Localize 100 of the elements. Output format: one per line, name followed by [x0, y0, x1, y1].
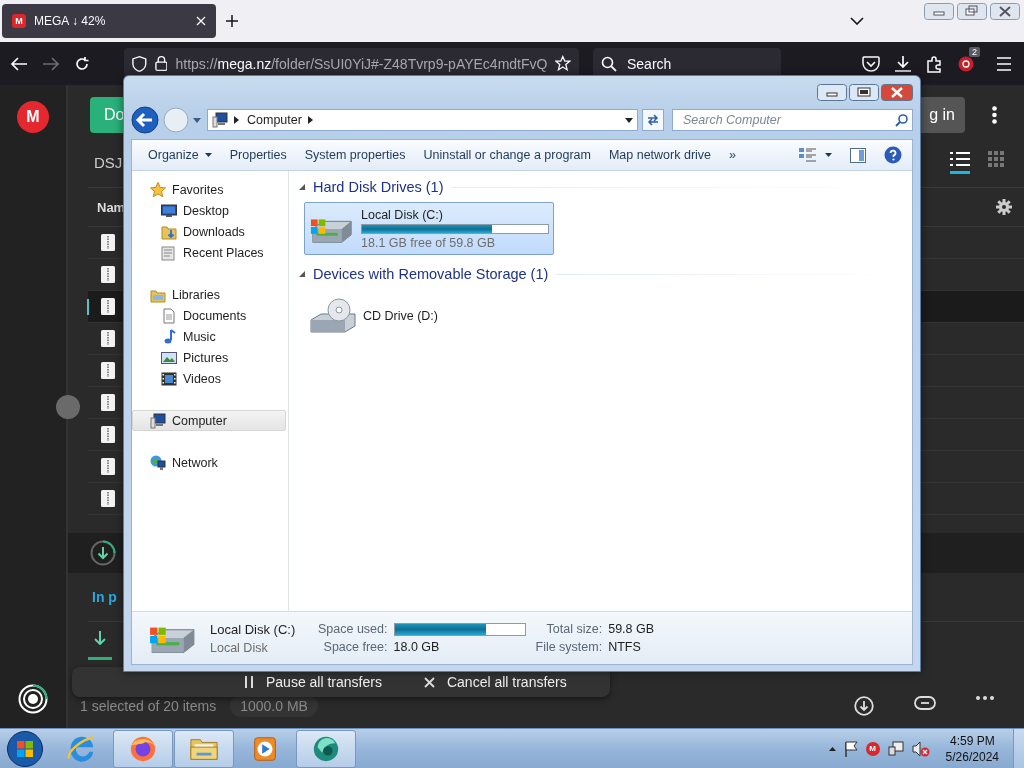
preview-pane-icon[interactable]	[850, 147, 866, 163]
collapse-arrow-icon[interactable]	[299, 184, 305, 190]
chevron-right-icon[interactable]	[307, 116, 313, 124]
nav-item[interactable]: Downloads	[132, 221, 286, 242]
group-header[interactable]: Hard Disk Drives (1)	[313, 179, 444, 195]
drive-type: Local Disk	[210, 640, 269, 655]
url-text: https://mega.nz/folder/SsUI0YiJ#-Z48Tvrp9-pAYEc4mdtFvQ	[175, 55, 548, 72]
kebab-menu-icon[interactable]	[992, 106, 997, 124]
group-header[interactable]: Devices with Removable Storage (1)	[313, 266, 549, 282]
lock-icon[interactable]	[154, 55, 168, 72]
nav-item[interactable]: Documents	[132, 305, 286, 326]
dropdown-arrow-icon[interactable]	[625, 117, 633, 123]
close-icon	[423, 676, 435, 688]
selection-status: 1 selected of 20 items	[80, 698, 217, 714]
forward-arrow-icon[interactable]	[42, 55, 60, 72]
chevron-down-icon[interactable]	[850, 17, 864, 25]
browser-tab[interactable]: M MEGA ↓ 42%	[2, 4, 216, 38]
nav-item[interactable]: Music	[132, 326, 286, 347]
pause-icon	[244, 676, 254, 688]
document-icon	[161, 307, 177, 324]
detail-value: NTFS	[608, 640, 642, 654]
show-hidden-icons-icon[interactable]	[828, 746, 836, 751]
nav-item[interactable]: Pictures	[132, 347, 286, 368]
view-options-icon[interactable]	[799, 147, 817, 163]
nav-item[interactable]: Network	[132, 452, 286, 473]
file-icon	[101, 266, 115, 283]
search-icon	[895, 113, 908, 127]
collapse-arrow-icon[interactable]	[299, 271, 305, 277]
refresh-button[interactable]	[642, 109, 664, 131]
network-icon[interactable]	[887, 740, 904, 757]
start-orb-icon[interactable]	[6, 729, 44, 768]
notification-badge: 2	[969, 46, 980, 57]
detail-label: Space free:	[322, 640, 388, 654]
tab-title: MEGA ↓ 42%	[34, 14, 107, 28]
command-button[interactable]: Map network drive	[600, 144, 720, 166]
command-button[interactable]: Properties	[221, 144, 295, 166]
file-icon	[101, 234, 115, 251]
favicon: M	[12, 14, 26, 28]
drive-tile[interactable]: CD Drive (D:)	[304, 289, 554, 342]
file-icon	[101, 362, 115, 379]
document-icon	[161, 244, 177, 261]
nav-item[interactable]: Videos	[132, 368, 286, 389]
minimize-icon[interactable]	[817, 84, 847, 101]
tray-app-icon[interactable]: M	[865, 741, 880, 756]
pocket-icon[interactable]	[862, 55, 880, 72]
nav-item[interactable]: Recent Places	[132, 242, 286, 263]
shield-icon[interactable]	[132, 54, 147, 73]
scroll-thumb[interactable]	[56, 395, 80, 419]
taskbar-button[interactable]	[113, 729, 173, 768]
search-input[interactable]: Search	[625, 54, 769, 73]
drive-info: 18.1 GB free of 59.8 GB	[361, 235, 497, 250]
search-field[interactable]: Search Computer	[672, 109, 913, 131]
flag-icon[interactable]	[843, 740, 858, 757]
file-icon	[101, 298, 115, 315]
nav-item[interactable]: Computer	[132, 410, 286, 431]
caret-icon[interactable]	[825, 153, 832, 157]
star-icon[interactable]	[555, 55, 571, 72]
list-view-toggle[interactable]	[950, 150, 970, 174]
pause-transfers-button[interactable]: Pause all transfers	[244, 674, 382, 690]
drive-name: Local Disk (C:)	[210, 621, 297, 637]
breadcrumb[interactable]: Computer	[247, 113, 302, 127]
link-icon[interactable]	[914, 696, 936, 710]
search-icon	[601, 55, 617, 72]
computer-icon	[212, 112, 228, 128]
close-icon[interactable]	[990, 3, 1020, 20]
close-icon[interactable]	[881, 84, 913, 101]
taskbar-button[interactable]	[296, 729, 356, 768]
drive-tile[interactable]: Local Disk (C:) 18.1 GB free of 59.8 GB	[304, 202, 554, 255]
clock[interactable]: 4:59 PM 5/26/2024	[945, 733, 999, 764]
address-bar[interactable]: Computer	[207, 109, 638, 131]
maximize-icon[interactable]	[849, 84, 879, 101]
extension-icon[interactable]	[958, 55, 974, 72]
picture-icon	[161, 349, 177, 366]
down-arrow-icon	[94, 631, 106, 645]
nav-item[interactable]: Desktop	[132, 200, 286, 221]
download-icon[interactable]	[894, 54, 912, 73]
mega-logo[interactable]: M	[17, 101, 49, 133]
download-circle-icon[interactable]	[854, 696, 874, 716]
transfer-status-icon[interactable]	[18, 684, 48, 714]
command-button[interactable]: Organize	[140, 144, 220, 166]
settings-icon[interactable]	[996, 199, 1012, 215]
nav-item[interactable]: Favorites	[132, 179, 286, 200]
puzzle-icon[interactable]	[926, 54, 944, 73]
detail-label: File system:	[535, 640, 603, 654]
chevron-right-icon[interactable]	[234, 116, 239, 124]
speaker-muted-icon[interactable]	[911, 740, 930, 757]
restore-icon[interactable]	[957, 3, 987, 20]
command-button[interactable]: System properties	[296, 144, 414, 166]
download-progress-icon[interactable]	[90, 540, 116, 566]
command-button[interactable]: Uninstall or change a program	[415, 144, 599, 166]
nav-item[interactable]: Libraries	[132, 284, 286, 305]
transfers-tab[interactable]: In p	[92, 589, 117, 605]
reload-icon[interactable]	[74, 55, 90, 72]
cancel-transfers-button[interactable]: Cancel all transfers	[423, 674, 567, 690]
more-icon[interactable]	[976, 696, 994, 700]
command-button[interactable]: »	[721, 144, 744, 166]
file-icon	[101, 458, 115, 475]
help-icon[interactable]	[884, 146, 902, 164]
menu-icon[interactable]	[996, 56, 1012, 71]
plus-icon[interactable]	[226, 15, 238, 27]
